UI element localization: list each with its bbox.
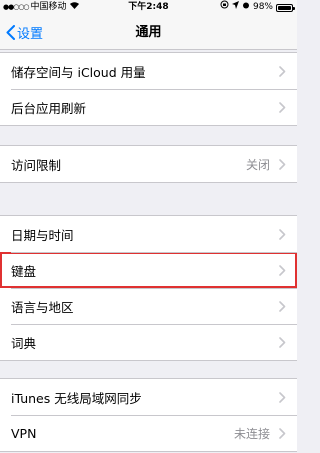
battery-icon (276, 3, 295, 12)
chevron-right-icon (276, 228, 288, 240)
chevron-right-icon (276, 391, 288, 403)
settings-group: 储存空间与 iCloud 用量 后台应用刷新 (0, 52, 297, 126)
settings-row-itunes-wifi-sync[interactable]: iTunes 无线局域网同步 (0, 379, 297, 415)
settings-group: 访问限制 关闭 (0, 145, 297, 183)
chevron-right-icon (276, 158, 288, 170)
settings-row-label: iTunes 无线局域网同步 (11, 390, 142, 406)
chevron-right-icon (276, 65, 288, 77)
settings-row-dictionary[interactable]: 词典 (0, 324, 297, 360)
battery-level (278, 5, 291, 10)
settings-row-label: 键盘 (11, 263, 37, 279)
settings-row-restrictions[interactable]: 访问限制 关闭 (0, 146, 297, 182)
orientation-lock-icon (220, 0, 229, 15)
chevron-right-icon (276, 101, 288, 113)
settings-row-value: 关闭 (245, 157, 270, 172)
navigation-bar: 设置 通用 (0, 15, 297, 50)
settings-row-background-app-refresh[interactable]: 后台应用刷新 (0, 89, 297, 125)
settings-row-keyboard[interactable]: 键盘 (0, 252, 297, 288)
chevron-right-icon (276, 264, 288, 276)
settings-group: iTunes 无线局域网同步 VPN 未连接 (0, 378, 297, 452)
settings-group: 日期与时间键盘语言与地区词典 (0, 215, 297, 361)
settings-row-label: VPN (11, 425, 37, 441)
settings-row-label: 词典 (11, 335, 37, 351)
settings-row-language-region[interactable]: 语言与地区 (0, 288, 297, 324)
chevron-right-icon (276, 300, 288, 312)
settings-row-label: 日期与时间 (11, 227, 74, 243)
location-icon (231, 0, 239, 15)
settings-row-date-time[interactable]: 日期与时间 (0, 216, 297, 252)
settings-row-label: 储存空间与 iCloud 用量 (11, 64, 146, 80)
settings-row-value: 未连接 (233, 426, 270, 441)
settings-row-label: 访问限制 (11, 157, 62, 173)
status-right: 98% (220, 0, 295, 15)
settings-row-storage-icloud-usage[interactable]: 储存空间与 iCloud 用量 (0, 53, 297, 89)
settings-row-vpn[interactable]: VPN 未连接 (0, 415, 297, 451)
settings-row-label: 后台应用刷新 (11, 100, 87, 116)
status-bar: ●●○○○ 中国移动 下午2:48 98% (0, 0, 297, 15)
alarm-icon (242, 0, 250, 15)
page-title: 通用 (135, 25, 162, 40)
chevron-right-icon (276, 427, 288, 439)
battery-percent: 98% (252, 2, 273, 12)
chevron-right-icon (276, 336, 288, 348)
settings-row-label: 语言与地区 (11, 299, 74, 315)
